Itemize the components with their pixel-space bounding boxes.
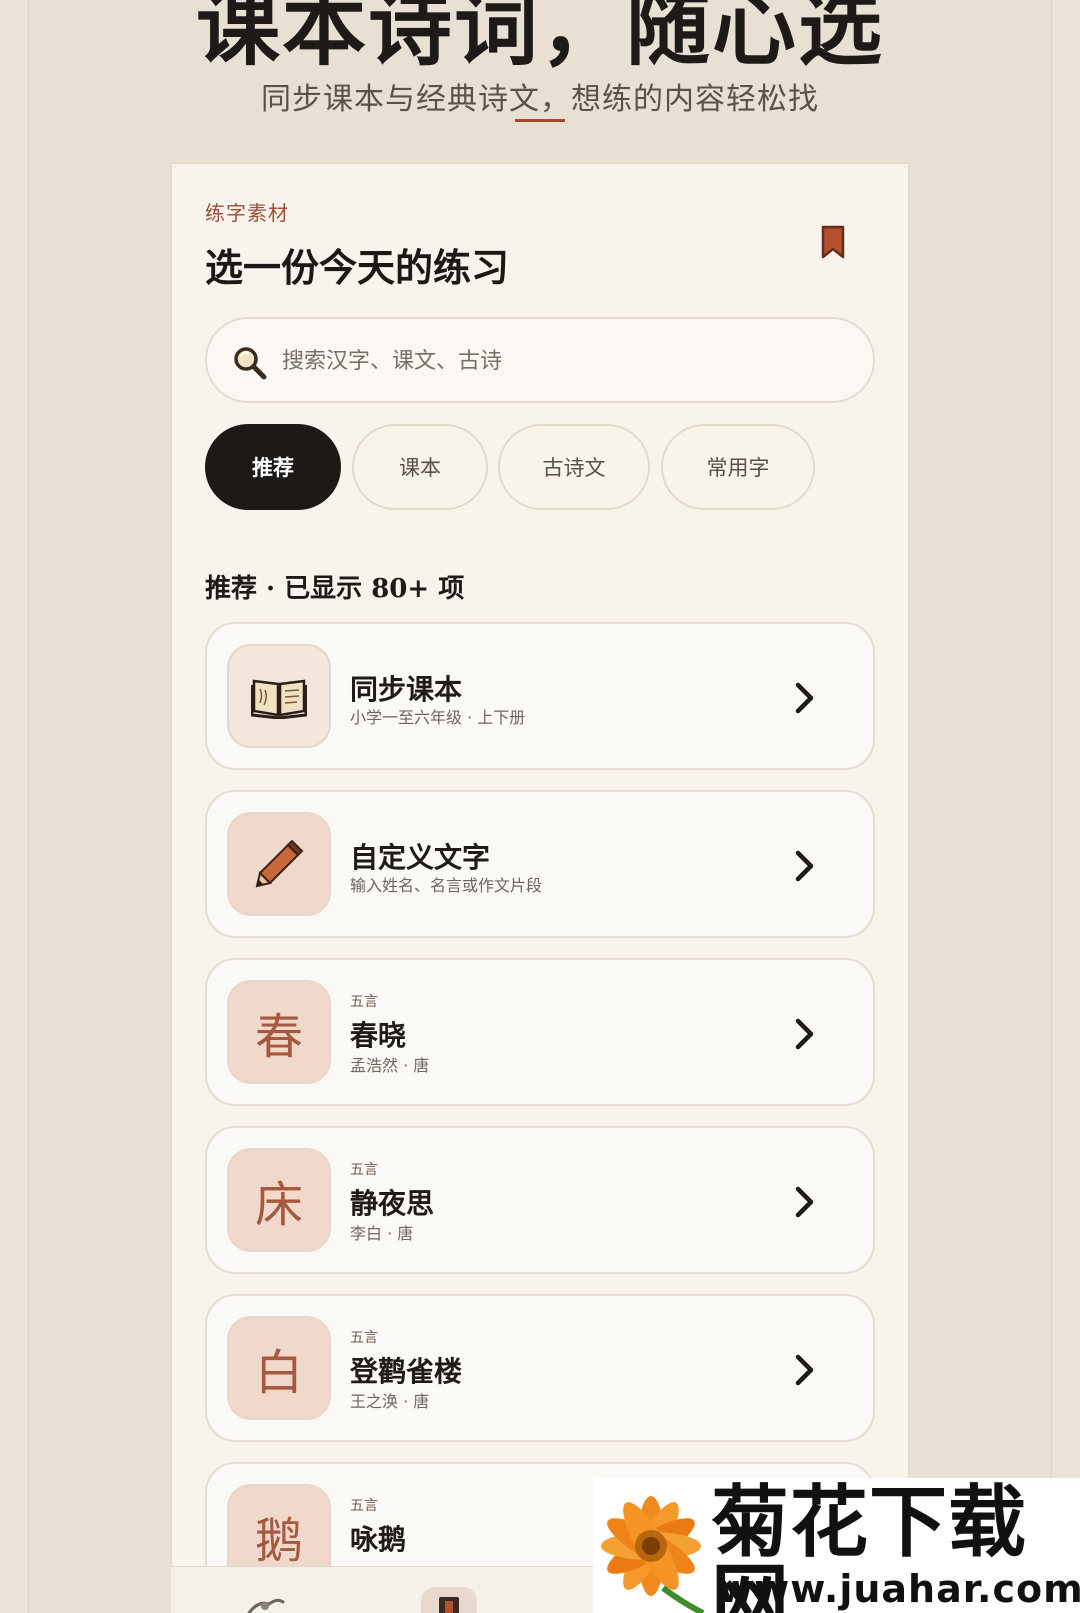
item-tag: 五言 <box>350 1162 378 1178</box>
tab-label: 课本 <box>399 456 441 480</box>
hero-subtitle: 同步课本与经典诗文，想练的内容轻松找 <box>261 82 819 117</box>
list-item-custom-text[interactable]: 自定义文字 输入姓名、名言或作文片段 <box>205 790 875 938</box>
item-subtitle: 输入姓名、名言或作文片段 <box>350 876 543 895</box>
item-title: 静夜思 <box>350 1187 435 1220</box>
panel-title: 选一份今天的练习 <box>205 245 510 290</box>
tab-label: 推荐 <box>252 456 294 480</box>
thumbnail-character: 鹅 <box>254 1513 303 1569</box>
search-bar[interactable] <box>205 317 875 403</box>
search-icon <box>234 347 267 380</box>
chevron-right-icon <box>795 1018 814 1050</box>
hero-underline <box>515 119 565 122</box>
chevron-right-icon <box>795 1354 814 1386</box>
item-thumbnail: 床 <box>227 1148 331 1252</box>
book-icon <box>251 679 307 719</box>
list-item-poem[interactable]: 春 五言 春晓 孟浩然 · 唐 <box>205 958 875 1106</box>
panel-eyebrow: 练字素材 <box>205 201 289 225</box>
item-title: 登鹳雀楼 <box>350 1355 463 1388</box>
chevron-right-icon <box>795 850 814 882</box>
chevron-right-icon <box>795 1186 814 1218</box>
book-stack-icon <box>439 1597 459 1613</box>
item-title: 咏鹅 <box>350 1523 407 1556</box>
item-tag: 五言 <box>350 1330 378 1346</box>
thumbnail-character: 白 <box>254 1345 303 1401</box>
tab-label: 古诗文 <box>542 456 606 480</box>
list-item-poem[interactable]: 白 五言 登鹳雀楼 王之涣 · 唐 <box>205 1294 875 1442</box>
watermark-url: www.juahar.com <box>718 1567 1080 1611</box>
list-item-poem[interactable]: 床 五言 静夜思 李白 · 唐 <box>205 1126 875 1274</box>
item-thumbnail <box>227 644 331 748</box>
item-subtitle: 李白 · 唐 <box>350 1224 414 1243</box>
item-tag: 五言 <box>350 994 378 1010</box>
watermark: 菊花下载网 www.juahar.com <box>593 1478 1080 1613</box>
item-tag: 五言 <box>350 1498 378 1514</box>
tab-textbook[interactable]: 课本 <box>352 424 488 510</box>
item-title: 春晓 <box>350 1019 407 1052</box>
tab-library-icon[interactable] <box>421 1587 477 1613</box>
section-heading: 推荐 · 已显示 80+ 项 <box>205 574 465 604</box>
item-title: 同步课本 <box>350 673 463 706</box>
flower-logo-icon <box>601 1496 705 1613</box>
chevron-right-icon <box>795 682 814 714</box>
tab-recommended[interactable]: 推荐 <box>205 424 341 510</box>
tab-common-characters[interactable]: 常用字 <box>661 424 815 510</box>
hero-title: 课本诗词，随心选 <box>195 0 884 77</box>
tab-classical-poetry[interactable]: 古诗文 <box>498 424 650 510</box>
item-title: 自定义文字 <box>350 841 491 874</box>
item-thumbnail <box>227 812 331 916</box>
thumbnail-character: 春 <box>254 1009 303 1065</box>
item-subtitle: 小学一至六年级 · 上下册 <box>350 708 526 727</box>
brush-icon[interactable] <box>243 1592 285 1613</box>
item-subtitle: 孟浩然 · 唐 <box>350 1056 430 1075</box>
search-input[interactable] <box>282 339 842 383</box>
bookmark-icon[interactable] <box>821 225 845 259</box>
thumbnail-character: 床 <box>254 1177 303 1233</box>
tab-label: 常用字 <box>706 456 770 480</box>
item-thumbnail: 白 <box>227 1316 331 1420</box>
list-item-textbook[interactable]: 同步课本 小学一至六年级 · 上下册 <box>205 622 875 770</box>
pencil-icon <box>255 839 304 888</box>
material-picker-card: 练字素材 选一份今天的练习 推荐 课本 古诗文 常用字 推荐 · 已显示 80+… <box>171 163 909 1613</box>
item-subtitle: 王之涣 · 唐 <box>350 1392 430 1411</box>
item-thumbnail: 春 <box>227 980 331 1084</box>
